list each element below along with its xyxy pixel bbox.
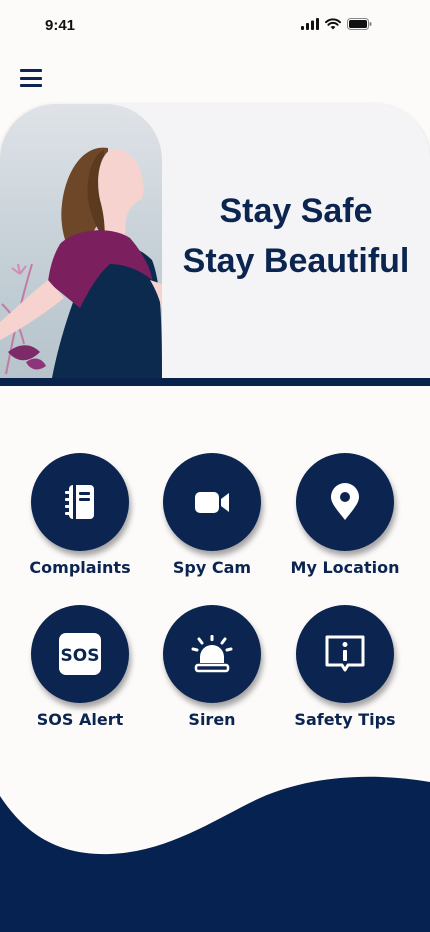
status-bar: 9:41: [0, 0, 430, 52]
menu-line: [20, 76, 42, 80]
hero-illustration: [0, 104, 162, 378]
hero-title: Stay Safe Stay Beautiful: [162, 186, 430, 286]
video-camera-icon: [195, 492, 229, 513]
woman-illustration: [0, 147, 162, 378]
cellular-signal-icon: [301, 18, 319, 30]
info-message-icon: [325, 635, 365, 672]
sos-alert-circle: SOS: [31, 605, 129, 703]
hero-banner: Stay Safe Stay Beautiful: [0, 104, 430, 386]
sos-icon-text: SOS: [61, 646, 100, 666]
siren-button[interactable]: Siren: [146, 605, 278, 729]
notebook-icon: [65, 485, 94, 519]
my-location-circle: [296, 453, 394, 551]
complaints-button[interactable]: Complaints: [14, 453, 146, 577]
sos-icon: SOS: [59, 633, 101, 675]
my-location-button[interactable]: My Location: [279, 453, 411, 577]
sos-alert-button[interactable]: SOS SOS Alert: [14, 605, 146, 729]
spy-cam-button[interactable]: Spy Cam: [146, 453, 278, 577]
bottom-wave: [0, 776, 430, 932]
hero-title-line2: Stay Beautiful: [182, 242, 410, 280]
safety-tips-circle: [296, 605, 394, 703]
spy-cam-circle: [163, 453, 261, 551]
sos-alert-label: SOS Alert: [36, 710, 124, 729]
hero-title-line1: Stay Safe: [219, 192, 373, 230]
wifi-icon: [325, 18, 341, 30]
my-location-label: My Location: [290, 558, 400, 577]
safety-tips-label: Safety Tips: [294, 710, 396, 729]
hero-divider: [0, 378, 430, 386]
safety-tips-button[interactable]: Safety Tips: [279, 605, 411, 729]
siren-circle: [163, 605, 261, 703]
menu-line: [20, 69, 42, 72]
complaints-label: Complaints: [29, 558, 131, 577]
siren-label: Siren: [188, 710, 236, 729]
status-time: 9:41: [45, 17, 76, 34]
menu-button[interactable]: [20, 69, 42, 87]
location-pin-icon: [331, 483, 359, 520]
menu-line: [20, 84, 42, 87]
siren-icon: [191, 635, 233, 673]
status-icons: [301, 18, 372, 30]
battery-icon: [347, 18, 372, 30]
complaints-circle: [31, 453, 129, 551]
spy-cam-label: Spy Cam: [172, 558, 252, 577]
